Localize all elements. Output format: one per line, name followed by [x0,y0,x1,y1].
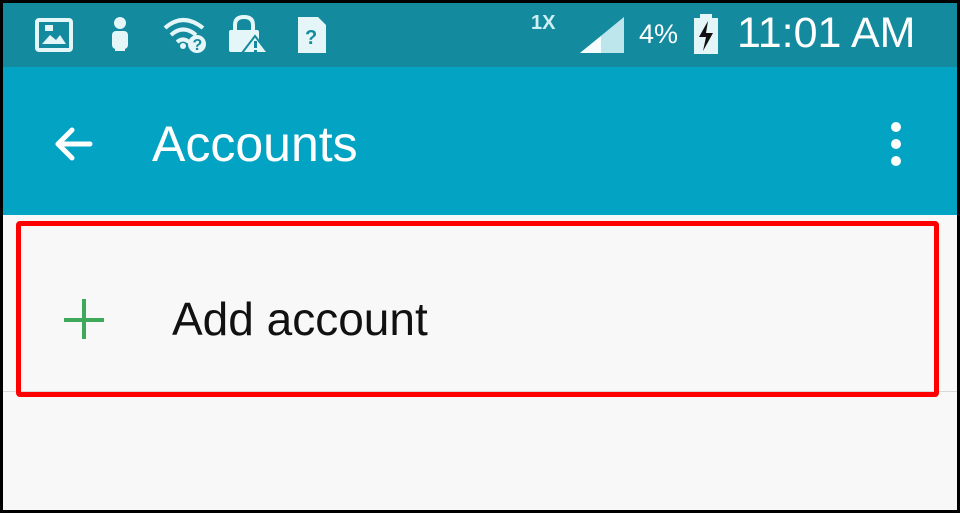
accounts-list: Add account [3,215,957,510]
gallery-icon [35,18,73,52]
add-account-row[interactable]: Add account [3,215,957,391]
sim-question-icon: ? [298,17,326,53]
wifi-question-icon: ? [163,18,206,54]
row-divider [3,391,957,392]
more-options-button[interactable] [875,112,915,176]
back-arrow-icon [55,127,93,161]
clock: 11:01 AM [737,9,916,57]
add-account-label: Add account [172,293,428,345]
svg-text:?: ? [193,37,203,54]
app-bar: Accounts [3,67,957,215]
back-button[interactable] [45,116,101,172]
lock-warning-icon [229,15,271,54]
status-bar: ? ? 1X 4% 11:01 AM [3,3,957,67]
person-icon [112,17,128,51]
menu-dot [891,139,901,149]
battery-percent: 4% [639,19,679,49]
network-type: 1X [531,12,556,34]
android-screen: ? ? 1X 4% 11:01 AM Accounts Add account [3,3,957,510]
svg-text:?: ? [305,27,317,49]
signal-icon [580,17,624,53]
menu-dot [891,122,901,132]
battery-charging-icon [694,14,718,54]
plus-vertical-stroke [82,299,86,339]
plus-icon [64,299,106,341]
menu-dot [891,156,901,166]
page-title: Accounts [152,116,358,172]
